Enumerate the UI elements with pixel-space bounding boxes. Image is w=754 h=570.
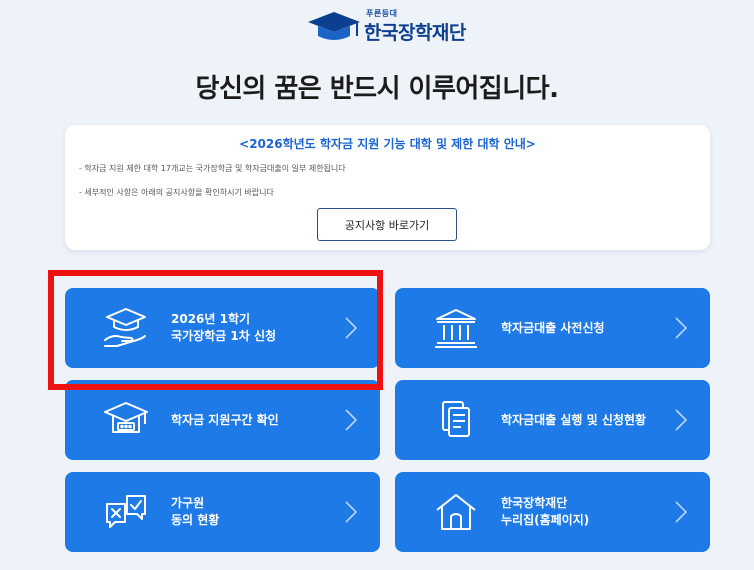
tile-label: 2026년 1학기 국가장학금 1차 신청 — [171, 288, 351, 368]
bank-icon — [435, 309, 477, 348]
notice-card: <2026학년도 학자금 지원 기능 대학 및 제한 대학 안내> - 학자금 … — [65, 125, 710, 250]
tile-household-consent[interactable]: 가구원 동의 현황 — [65, 472, 380, 552]
chevron-right-icon — [675, 501, 688, 523]
documents-icon — [442, 401, 470, 437]
chevron-right-icon — [675, 317, 688, 339]
tile-label: 학자금 지원구간 확인 — [171, 380, 351, 460]
tile-national-scholarship-apply[interactable]: 2026년 1학기 국가장학금 1차 신청 — [65, 288, 380, 368]
notice-link-button[interactable]: 공지사항 바로가기 — [317, 208, 457, 241]
logo-name: 한국장학재단 — [364, 22, 466, 44]
graduation-cap-icon — [104, 402, 148, 433]
tile-label-line2: 누리집(홈페이지) — [501, 513, 590, 527]
tile-label-line1: 학자금 지원구간 확인 — [171, 412, 279, 427]
tile-label: 학자금대출 실행 및 신청현황 — [501, 380, 681, 460]
page-headline: 당신의 꿈은 반드시 이루어집니다. — [195, 74, 559, 104]
graduation-cap-hand-icon — [104, 308, 146, 347]
tile-label-line1: 한국장학재단 — [501, 496, 568, 510]
tile-label: 학자금대출 사전신청 — [501, 288, 681, 368]
tile-loan-pre-apply[interactable]: 학자금대출 사전신청 — [395, 288, 710, 368]
chevron-right-icon — [345, 317, 358, 339]
tile-label: 한국장학재단 누리집(홈페이지) — [501, 472, 681, 552]
notice-line-1: - 학자금 지원 제한 대학 17개교는 국가장학금 및 학자금대출이 일부 제… — [79, 164, 346, 173]
notice-line-2: - 세부적인 사항은 아래의 공지사항을 확인하시기 바랍니다 — [79, 188, 274, 197]
tile-label: 가구원 동의 현황 — [171, 472, 351, 552]
tile-label-line1: 학자금대출 실행 및 신청현황 — [501, 412, 647, 427]
tile-support-bracket-check[interactable]: 학자금 지원구간 확인 — [65, 380, 380, 460]
graduation-cap-logo-icon — [308, 12, 360, 40]
chevron-right-icon — [675, 409, 688, 431]
tile-loan-status[interactable]: 학자금대출 실행 및 신청현황 — [395, 380, 710, 460]
logo[interactable]: 푸른등대 한국장학재단 — [306, 6, 466, 46]
tile-label-line1: 2026년 1학기 — [171, 312, 251, 326]
consent-chat-icon — [106, 495, 146, 528]
home-icon — [436, 494, 476, 530]
chevron-right-icon — [345, 501, 358, 523]
tile-label-line2: 국가장학금 1차 신청 — [171, 329, 277, 343]
tile-label-line1: 가구원 — [171, 496, 205, 510]
notice-title: <2026학년도 학자금 지원 기능 대학 및 제한 대학 안내> — [239, 137, 536, 151]
chevron-right-icon — [345, 409, 358, 431]
tile-label-line1: 학자금대출 사전신청 — [501, 320, 605, 335]
tile-homepage[interactable]: 한국장학재단 누리집(홈페이지) — [395, 472, 710, 552]
tile-label-line2: 동의 현황 — [171, 513, 220, 527]
